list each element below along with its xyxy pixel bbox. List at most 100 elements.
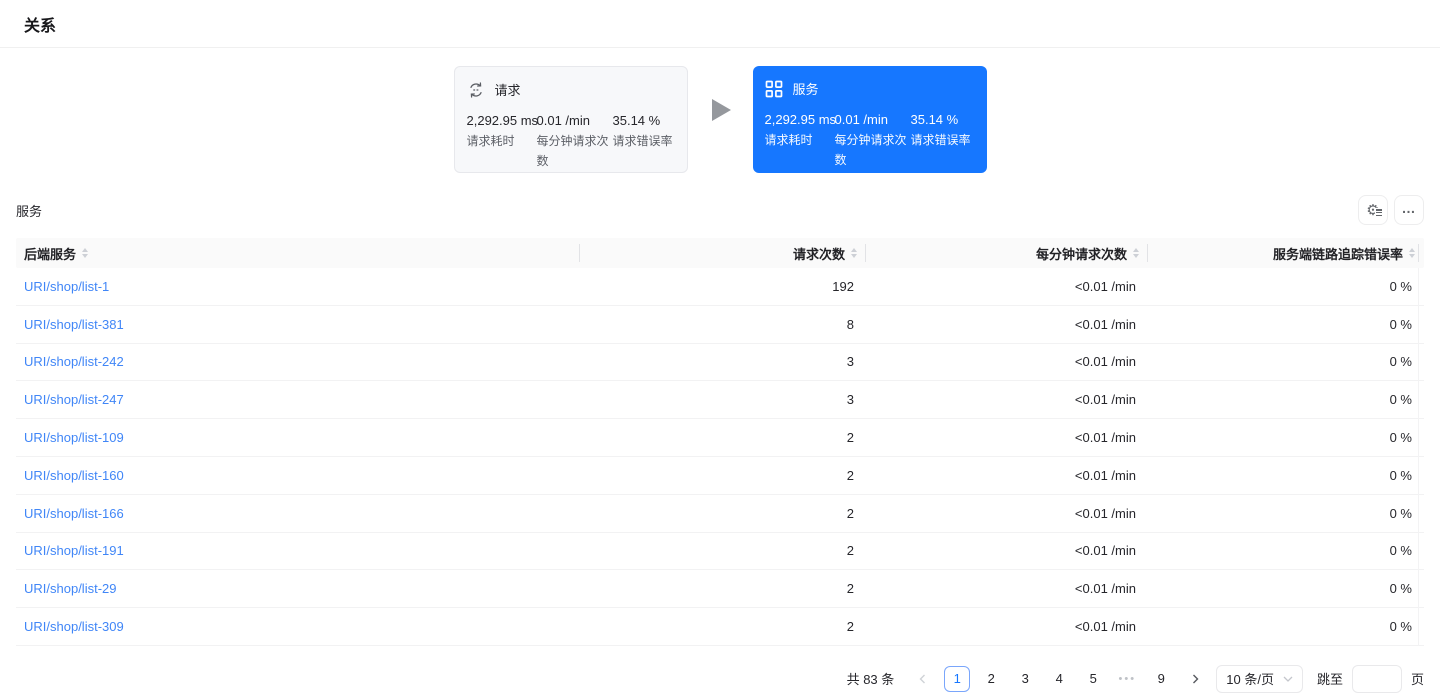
- table-body: URI/shop/list-1 192 <0.01 /min 0 % URI/s…: [16, 268, 1424, 646]
- error-rate-cell: 0 %: [1389, 505, 1412, 521]
- backend-service-link[interactable]: URI/shop/list-381: [24, 317, 124, 332]
- column-header-backend-service[interactable]: 后端服务: [16, 238, 580, 268]
- metric-value: 2,292.95 ms: [764, 112, 837, 127]
- table-row: URI/shop/list-242 3 <0.01 /min 0 %: [16, 344, 1424, 382]
- error-rate-cell: 0 %: [1389, 543, 1412, 559]
- metric-label: 请求错误率: [612, 134, 673, 148]
- next-page-button[interactable]: [1182, 666, 1208, 692]
- backend-service-link[interactable]: URI/shop/list-166: [24, 506, 124, 521]
- page-button-5[interactable]: 5: [1080, 666, 1106, 692]
- prev-page-button[interactable]: [910, 666, 936, 692]
- chevron-right-icon: [1193, 674, 1199, 684]
- metric-label: 请求耗时: [466, 134, 515, 148]
- page-header: 关系: [0, 0, 1440, 47]
- column-header-request-count[interactable]: 请求次数: [580, 238, 866, 268]
- page-title: 关系: [24, 18, 57, 35]
- requests-per-min-cell: <0.01 /min: [1074, 430, 1136, 446]
- pagination-total: 共 83 条: [846, 672, 895, 688]
- metric-label: 每分钟请求次数: [536, 134, 609, 168]
- table-settings-button[interactable]: ⚙: [1358, 195, 1388, 225]
- request-card-metrics: 2,292.95 ms 请求耗时 0.01 /min 每分钟请求次数 35.14…: [467, 113, 675, 171]
- page-button-9[interactable]: 9: [1148, 666, 1174, 692]
- requests-per-min-cell: <0.01 /min: [1074, 619, 1136, 635]
- sync-icon: [467, 81, 485, 99]
- sort-icon: [82, 248, 89, 258]
- requests-per-min-cell: <0.01 /min: [1074, 278, 1136, 294]
- requests-per-min-cell: <0.01 /min: [1074, 505, 1136, 521]
- sort-icon: [1133, 248, 1139, 258]
- service-table: 后端服务 请求次数 每分钟请求次数 服务端链路追踪错误率 URI/shop/li…: [16, 238, 1424, 646]
- error-rate-cell: 0 %: [1389, 581, 1412, 597]
- backend-service-link[interactable]: URI/shop/list-191: [24, 543, 124, 558]
- request-node-card[interactable]: 请求 2,292.95 ms 请求耗时 0.01 /min 每分钟请求次数 35…: [453, 66, 688, 173]
- more-icon: …: [1401, 200, 1417, 216]
- metric-label: 请求耗时: [764, 133, 813, 147]
- request-count-cell: 2: [846, 430, 854, 446]
- page-list: 1 2 3 4 5 ••• 9: [944, 665, 1174, 692]
- table-row: URI/shop/list-309 2 <0.01 /min 0 %: [16, 608, 1424, 646]
- error-rate-cell: 0 %: [1389, 467, 1412, 483]
- backend-service-link[interactable]: URI/shop/list-109: [24, 430, 124, 445]
- page-button-3[interactable]: 3: [1012, 666, 1038, 692]
- backend-service-link[interactable]: URI/shop/list-247: [24, 392, 124, 407]
- page-button-active[interactable]: 1: [944, 665, 971, 692]
- metric-value: 0.01 /min: [536, 113, 590, 128]
- jump-page-input[interactable]: [1351, 664, 1402, 693]
- backend-service-link[interactable]: URI/shop/list-242: [24, 354, 124, 369]
- table-row: URI/shop/list-166 2 <0.01 /min 0 %: [16, 495, 1424, 533]
- request-count-cell: 3: [846, 354, 854, 370]
- page-button-2[interactable]: 2: [978, 666, 1004, 692]
- requests-per-min-cell: <0.01 /min: [1074, 467, 1136, 483]
- table-row: URI/shop/list-160 2 <0.01 /min 0 %: [16, 457, 1424, 495]
- metric-value: 35.14 %: [910, 112, 959, 127]
- sort-icon: [851, 248, 857, 258]
- request-card-title: 请求: [494, 83, 521, 98]
- column-header-requests-per-min[interactable]: 每分钟请求次数: [866, 238, 1148, 268]
- metric-value: 35.14 %: [612, 113, 661, 128]
- page-ellipsis[interactable]: •••: [1114, 666, 1140, 692]
- request-count-cell: 2: [846, 619, 854, 635]
- settings-lines-icon: [1375, 208, 1382, 217]
- service-card-metrics: 2,292.95 ms 请求耗时 0.01 /min 每分钟请求次数 35.14…: [765, 112, 975, 170]
- metric-value: 2,292.95 ms: [466, 113, 539, 128]
- page-button-4[interactable]: 4: [1046, 666, 1072, 692]
- backend-service-link[interactable]: URI/shop/list-1: [24, 279, 109, 294]
- more-actions-button[interactable]: …: [1394, 195, 1424, 225]
- backend-service-link[interactable]: URI/shop/list-160: [24, 468, 124, 483]
- backend-service-link[interactable]: URI/shop/list-29: [24, 581, 116, 596]
- error-rate-cell: 0 %: [1389, 278, 1412, 294]
- request-count-cell: 2: [846, 505, 854, 521]
- service-node-card[interactable]: 服务 2,292.95 ms 请求耗时 0.01 /min 每分钟请求次数 35…: [752, 66, 987, 173]
- relation-diagram: 请求 2,292.95 ms 请求耗时 0.01 /min 每分钟请求次数 35…: [0, 48, 1440, 173]
- chevron-left-icon: [919, 674, 926, 684]
- metric-label: 每分钟请求次数: [834, 133, 907, 167]
- request-count-cell: 192: [832, 278, 854, 294]
- error-rate-cell: 0 %: [1389, 392, 1412, 408]
- requests-per-min-cell: <0.01 /min: [1074, 392, 1136, 408]
- section-title: 服务: [16, 203, 43, 219]
- error-rate-cell: 0 %: [1389, 430, 1412, 446]
- table-row: URI/shop/list-381 8 <0.01 /min 0 %: [16, 306, 1424, 344]
- column-header-trace-error-rate[interactable]: 服务端链路追踪错误率: [1148, 238, 1424, 268]
- column-label: 服务端链路追踪错误率: [1272, 246, 1403, 262]
- requests-per-min-cell: <0.01 /min: [1074, 543, 1136, 559]
- metric-label: 请求错误率: [910, 133, 971, 147]
- request-count-cell: 3: [846, 392, 854, 408]
- sort-icon: [1409, 248, 1415, 258]
- column-label: 请求次数: [792, 246, 845, 262]
- column-label: 后端服务: [24, 246, 77, 262]
- backend-service-link[interactable]: URI/shop/list-309: [24, 619, 124, 634]
- requests-per-min-cell: <0.01 /min: [1074, 581, 1136, 597]
- flow-arrow-icon: [711, 99, 731, 121]
- chevron-down-icon: [1283, 676, 1293, 682]
- table-row: URI/shop/list-1 192 <0.01 /min 0 %: [16, 268, 1424, 306]
- requests-per-min-cell: <0.01 /min: [1074, 354, 1136, 370]
- error-rate-cell: 0 %: [1389, 354, 1412, 370]
- table-row: URI/shop/list-191 2 <0.01 /min 0 %: [16, 533, 1424, 571]
- page-size-select[interactable]: 10 条/页: [1216, 664, 1303, 693]
- service-card-title: 服务: [792, 82, 819, 97]
- request-count-cell: 2: [846, 543, 854, 559]
- error-rate-cell: 0 %: [1389, 619, 1412, 635]
- requests-per-min-cell: <0.01 /min: [1074, 316, 1136, 332]
- request-count-cell: 2: [846, 467, 854, 483]
